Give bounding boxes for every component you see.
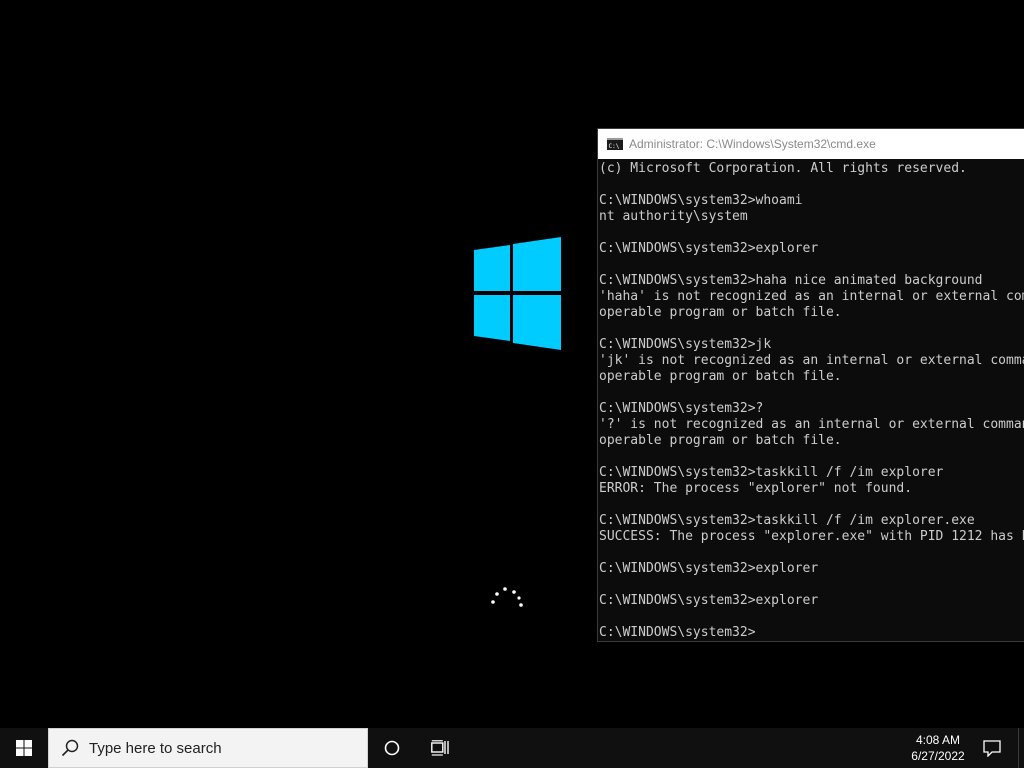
console-line: C:\WINDOWS\system32>taskkill /f /im expl… bbox=[599, 513, 975, 528]
task-view-icon bbox=[431, 740, 449, 756]
show-desktop-button[interactable] bbox=[1018, 728, 1024, 768]
clock[interactable]: 4:08 AM 6/27/2022 bbox=[896, 728, 980, 768]
cortana-circle-icon bbox=[384, 740, 400, 756]
console-line: operable program or batch file. bbox=[599, 433, 842, 448]
desktop: C:\ Administrator: C:\Windows\System32\c… bbox=[0, 0, 1024, 728]
notification-icon bbox=[983, 739, 1001, 757]
windows-start-icon bbox=[16, 740, 32, 756]
console-line: '?' is not recognized as an internal or … bbox=[599, 417, 1024, 432]
console-line: C:\WINDOWS\system32>haha nice animated b… bbox=[599, 273, 983, 288]
console-line: SUCCESS: The process "explorer.exe" with… bbox=[599, 529, 1024, 544]
cmd-window-title: Administrator: C:\Windows\System32\cmd.e… bbox=[629, 137, 876, 151]
console-line: C:\WINDOWS\system32>whoami bbox=[599, 193, 803, 208]
clock-time: 4:08 AM bbox=[915, 733, 961, 747]
console-line: C:\WINDOWS\system32>explorer bbox=[599, 561, 819, 576]
console-line: C:\WINDOWS\system32> bbox=[599, 625, 756, 640]
console-line: C:\WINDOWS\system32>explorer bbox=[599, 593, 819, 608]
console-line: C:\WINDOWS\system32>? bbox=[599, 401, 764, 416]
console-line: C:\WINDOWS\system32>jk bbox=[599, 337, 772, 352]
console-line: ERROR: The process "explorer" not found. bbox=[599, 481, 913, 496]
clock-date: 6/27/2022 bbox=[911, 749, 965, 763]
cortana-button[interactable] bbox=[368, 728, 416, 768]
search-placeholder: Type here to search bbox=[89, 739, 222, 757]
notification-button[interactable] bbox=[972, 728, 1012, 768]
console-line: operable program or batch file. bbox=[599, 305, 842, 320]
cmd-console-output[interactable]: (c) Microsoft Corporation. All rights re… bbox=[599, 161, 1024, 641]
console-line: nt authority\system bbox=[599, 209, 748, 224]
taskbar: Type here to search 4:08 AM 6/27/2022 bbox=[0, 728, 1024, 768]
console-line: 'haha' is not recognized as an internal … bbox=[599, 289, 1024, 304]
loading-spinner-icon bbox=[491, 587, 523, 607]
search-box[interactable]: Type here to search bbox=[48, 728, 368, 768]
start-button[interactable] bbox=[0, 728, 48, 768]
cmd-titlebar[interactable]: C:\ Administrator: C:\Windows\System32\c… bbox=[598, 129, 1024, 159]
console-line: C:\WINDOWS\system32>explorer bbox=[599, 241, 819, 256]
windows-logo-icon bbox=[474, 237, 561, 350]
cmd-icon: C:\ bbox=[607, 138, 623, 150]
console-line: (c) Microsoft Corporation. All rights re… bbox=[599, 161, 967, 176]
task-view-button[interactable] bbox=[416, 728, 464, 768]
cmd-window[interactable]: C:\ Administrator: C:\Windows\System32\c… bbox=[598, 129, 1024, 641]
console-line: operable program or batch file. bbox=[599, 369, 842, 384]
svg-text:C:\: C:\ bbox=[609, 143, 620, 150]
console-line: C:\WINDOWS\system32>taskkill /f /im expl… bbox=[599, 465, 944, 480]
console-line: 'jk' is not recognized as an internal or… bbox=[599, 353, 1024, 368]
search-icon bbox=[61, 739, 79, 757]
